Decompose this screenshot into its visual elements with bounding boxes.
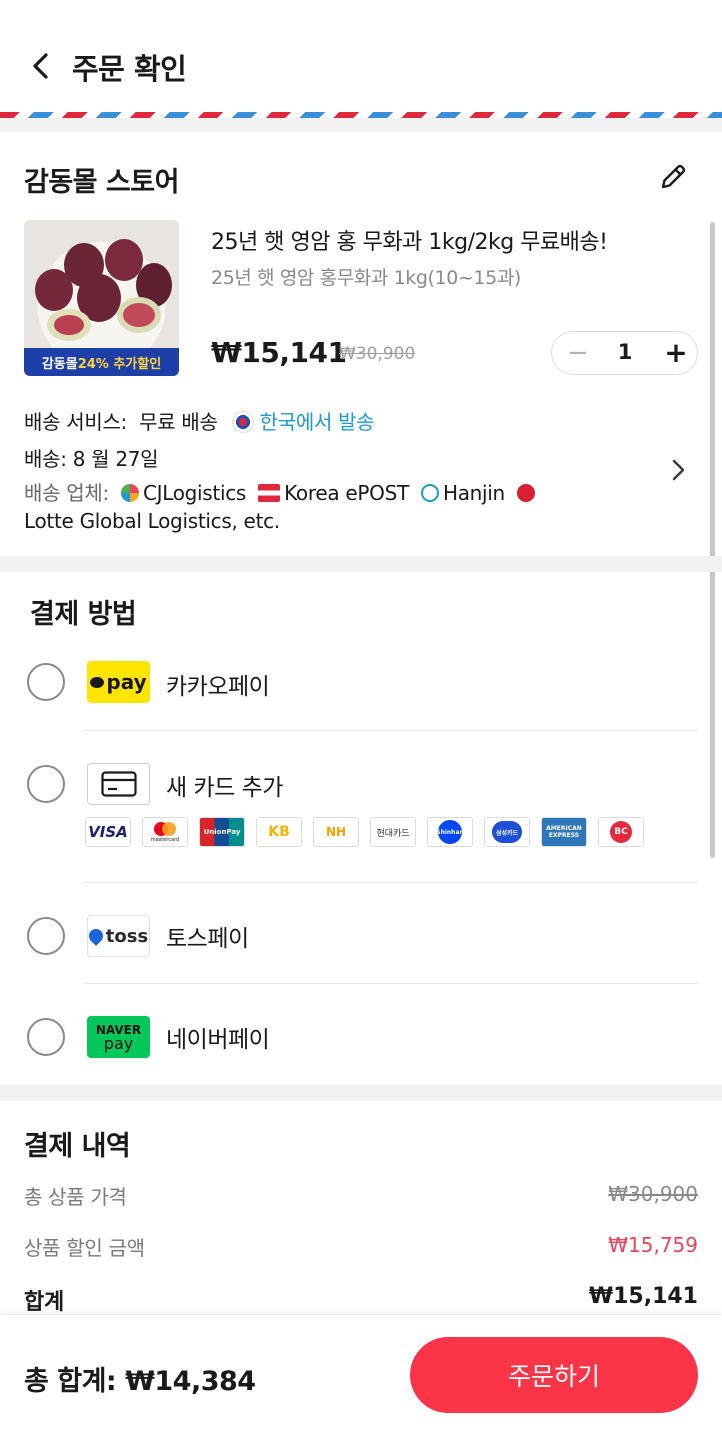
new-card-radio[interactable] [27, 765, 65, 803]
shipping-date: 배송: 8 월 27일 [24, 447, 159, 471]
korea-post-logo-icon [258, 484, 281, 502]
tosspay-label[interactable]: 토스페이 [166, 919, 249, 953]
header: 주문 확인 [0, 0, 722, 112]
section-divider [0, 1085, 722, 1101]
amex-logo: AMERICAN EXPRESS [541, 817, 587, 847]
hyundai-card-logo: 현대카드 [370, 817, 416, 847]
shipping-service-label: 배송 서비스: [24, 410, 127, 434]
shipping-service: 배송 서비스: 무료 배송 한국에서 발송 [24, 406, 375, 435]
store-name: 감동몰 스토어 [24, 167, 179, 198]
unionpay-logo: UnionPay [199, 817, 245, 847]
shinhan-logo: Shinhan [427, 817, 473, 847]
total-product-price-label: 총 상품 가격 [24, 1185, 127, 1209]
edit-pencil-icon[interactable] [656, 160, 690, 194]
naver-pay-text: pay [103, 1034, 134, 1053]
total-product-price-value: ₩30,900 [608, 1182, 698, 1206]
samsung-card-text: 삼성카드 [492, 821, 522, 843]
payment-section-title: 결제 방법 [30, 599, 137, 630]
product-name[interactable]: 25년 햇 영암 홍 무화과 1kg/2kg 무료배송! [211, 224, 608, 256]
card-brand-list: VISA mastercard UnionPay KB NH 현대카드 Shin… [85, 817, 655, 847]
naverpay-label[interactable]: 네이버페이 [166, 1020, 270, 1054]
carrier-label: 배송 업체: [24, 481, 109, 505]
bc-card-text: BC [610, 821, 632, 843]
carrier-cj: CJLogistics [142, 481, 247, 505]
quantity-stepper: − 1 + [551, 331, 698, 375]
naverpay-logo: NAVER pay [87, 1016, 150, 1058]
decrease-quantity-button[interactable]: − [564, 338, 592, 368]
section-divider [0, 556, 722, 572]
divider [84, 983, 698, 984]
back-arrow-icon[interactable] [30, 48, 60, 84]
naverpay-radio[interactable] [27, 1018, 65, 1056]
mastercard-logo: mastercard [142, 817, 188, 847]
shipping-carriers[interactable]: 배송 업체: CJLogistics Korea ePOST Hanjin Lo… [24, 479, 644, 535]
carrier-lotte: Lotte Global Logistics, etc. [24, 509, 280, 533]
divider [84, 882, 698, 883]
banner-prefix: 감동몰 [41, 356, 78, 372]
payment-summary-title: 결제 내역 [24, 1131, 131, 1162]
toss-drop-icon [85, 926, 106, 946]
hanjin-logo-icon [420, 484, 439, 502]
mastercard-text: mastercard [150, 837, 180, 843]
shipping-service-value: 무료 배송 [139, 410, 218, 434]
shinhan-text: Shinhan [436, 820, 464, 844]
page-title: 주문 확인 [72, 52, 187, 86]
discount-banner: 감동몰 24% 추가할인 [24, 348, 179, 376]
credit-card-icon [87, 763, 150, 805]
quantity-value: 1 [617, 340, 633, 364]
product-original-price: ₩30,900 [339, 344, 416, 364]
subtotal-label: 합계 [24, 1290, 64, 1315]
increase-quantity-button[interactable]: + [662, 338, 690, 368]
new-card-label[interactable]: 새 카드 추가 [166, 768, 283, 802]
kakao-bubble-icon [90, 676, 105, 688]
nh-logo: NH [313, 817, 359, 847]
visa-logo: VISA [85, 817, 131, 847]
banner-highlight: 24% 추가할인 [77, 356, 162, 372]
discount-amount-value: ₩15,759 [608, 1233, 698, 1257]
kakaopay-radio[interactable] [27, 663, 65, 701]
divider [84, 730, 698, 731]
kb-logo: KB [256, 817, 302, 847]
samsung-card-logo: 삼성카드 [484, 817, 530, 847]
kakaopay-logo-text: pay [106, 670, 147, 694]
kakaopay-logo: pay [87, 661, 150, 703]
tosspay-radio[interactable] [27, 917, 65, 955]
section-divider [0, 118, 722, 132]
scrollbar[interactable] [710, 222, 715, 858]
tosspay-logo: toss [85, 915, 150, 957]
chevron-right-icon[interactable] [668, 457, 690, 483]
product-thumbnail[interactable]: 감동몰 24% 추가할인 [24, 220, 179, 376]
carrier-hanjin: Hanjin [442, 481, 505, 505]
bottom-order-bar: 총 합계: ₩14,384 주문하기 [0, 1314, 722, 1440]
tosspay-logo-text: toss [105, 925, 149, 947]
lotte-logo-icon [516, 484, 535, 502]
bc-card-logo: BC [598, 817, 644, 847]
product-price: ₩15,141 [211, 336, 347, 369]
subtotal-value: ₩15,141 [588, 1284, 698, 1309]
grand-total: 총 합계: ₩14,384 [24, 1366, 256, 1397]
product-option: 25년 햇 영암 홍무화과 1kg(10~15과) [211, 267, 521, 289]
korea-flag-icon [231, 411, 254, 433]
kakaopay-label[interactable]: 카카오페이 [166, 667, 270, 701]
carrier-korea-post: Korea ePOST [284, 481, 409, 505]
place-order-button[interactable]: 주문하기 [410, 1337, 698, 1413]
discount-amount-label: 상품 할인 금액 [24, 1236, 145, 1260]
cj-logo-icon [120, 484, 139, 502]
shipping-origin: 한국에서 발송 [259, 410, 375, 434]
